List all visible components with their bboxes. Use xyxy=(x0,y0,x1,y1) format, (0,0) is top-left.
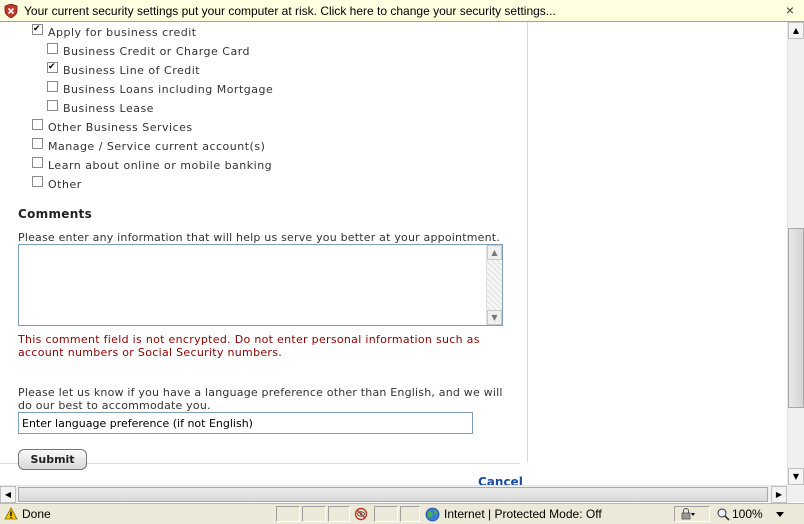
status-segment xyxy=(400,506,420,522)
zoom-level[interactable]: 100% xyxy=(732,507,763,521)
service-option[interactable]: Learn about online or mobile banking xyxy=(32,156,272,173)
cancel-link[interactable]: Cancel xyxy=(478,475,523,485)
page-content: Apply for business credit Business Credit… xyxy=(0,22,787,485)
service-option[interactable]: Business Credit or Charge Card xyxy=(47,42,250,59)
checkbox[interactable] xyxy=(32,137,43,149)
checkbox[interactable] xyxy=(47,80,58,92)
globe-icon xyxy=(425,507,440,522)
checkbox[interactable] xyxy=(32,175,43,187)
option-label[interactable]: Manage / Service current account(s) xyxy=(48,140,265,153)
status-segment xyxy=(276,506,300,522)
option-label[interactable]: Business Lease xyxy=(63,102,154,115)
security-infobar[interactable]: Your current security settings put your … xyxy=(0,0,804,22)
zoom-icon[interactable] xyxy=(716,507,730,521)
security-zone-text[interactable]: Internet | Protected Mode: Off xyxy=(444,507,602,521)
service-option[interactable]: Business Loans including Mortgage xyxy=(47,80,273,97)
option-label[interactable]: Business Line of Credit xyxy=(63,64,200,77)
vertical-scroll-thumb[interactable] xyxy=(788,228,804,408)
chevron-down-icon[interactable] xyxy=(776,512,784,518)
service-option[interactable]: Manage / Service current account(s) xyxy=(32,137,265,154)
scroll-down-icon[interactable]: ▼ xyxy=(487,310,502,325)
language-hint: Please let us know if you have a languag… xyxy=(18,386,503,412)
checkbox[interactable] xyxy=(32,156,43,168)
comments-heading: Comments xyxy=(18,207,93,221)
scroll-up-icon[interactable]: ▲ xyxy=(788,22,804,39)
lock-settings-icon[interactable] xyxy=(680,507,696,521)
service-option[interactable]: Other Business Services xyxy=(32,118,193,135)
page-error-icon[interactable] xyxy=(4,507,18,521)
encryption-warning: This comment field is not encrypted. Do … xyxy=(18,333,480,359)
vertical-scrollbar[interactable]: ▲ ▼ xyxy=(787,22,804,485)
scroll-up-icon[interactable]: ▲ xyxy=(487,245,502,260)
submit-button[interactable]: Submit xyxy=(18,449,87,470)
textarea-scrollbar[interactable]: ▲ ▼ xyxy=(486,245,502,325)
status-segment xyxy=(374,506,398,522)
comments-hint: Please enter any information that will h… xyxy=(18,231,500,244)
status-segment xyxy=(302,506,326,522)
option-label[interactable]: Apply for business credit xyxy=(48,26,197,39)
security-warning-icon xyxy=(4,3,18,18)
scroll-down-icon[interactable]: ▼ xyxy=(788,468,804,485)
option-label[interactable]: Other Business Services xyxy=(48,121,193,134)
service-option[interactable]: Apply for business credit xyxy=(32,23,197,40)
service-option[interactable]: Other xyxy=(32,175,82,192)
option-label[interactable]: Business Loans including Mortgage xyxy=(63,83,273,96)
horizontal-scrollbar[interactable]: ◀ ▶ xyxy=(0,485,787,503)
checkbox-checked[interactable] xyxy=(32,23,43,35)
status-segment xyxy=(328,506,350,522)
option-label[interactable]: Business Credit or Charge Card xyxy=(63,45,250,58)
service-option[interactable]: Business Line of Credit xyxy=(47,61,200,78)
status-bar: Done Internet | Protected Mode: Off 100% xyxy=(0,503,804,524)
scrollbar-corner xyxy=(787,485,804,502)
scroll-left-icon[interactable]: ◀ xyxy=(0,486,16,503)
option-label[interactable]: Other xyxy=(48,178,82,191)
checkbox[interactable] xyxy=(47,42,58,54)
checkbox[interactable] xyxy=(32,118,43,130)
close-icon[interactable]: × xyxy=(786,2,794,18)
service-option[interactable]: Business Lease xyxy=(47,99,154,116)
panel-border xyxy=(527,22,528,462)
language-input[interactable] xyxy=(18,412,473,434)
horizontal-scroll-thumb[interactable] xyxy=(18,487,768,502)
status-text: Done xyxy=(22,507,51,521)
scroll-right-icon[interactable]: ▶ xyxy=(771,486,787,503)
infobar-message[interactable]: Your current security settings put your … xyxy=(24,4,556,18)
option-label[interactable]: Learn about online or mobile banking xyxy=(48,159,272,172)
comments-textarea[interactable]: ▲ ▼ xyxy=(18,244,503,326)
privacy-eye-icon[interactable] xyxy=(352,507,370,521)
checkbox-checked[interactable] xyxy=(47,61,58,73)
checkbox[interactable] xyxy=(47,99,58,111)
